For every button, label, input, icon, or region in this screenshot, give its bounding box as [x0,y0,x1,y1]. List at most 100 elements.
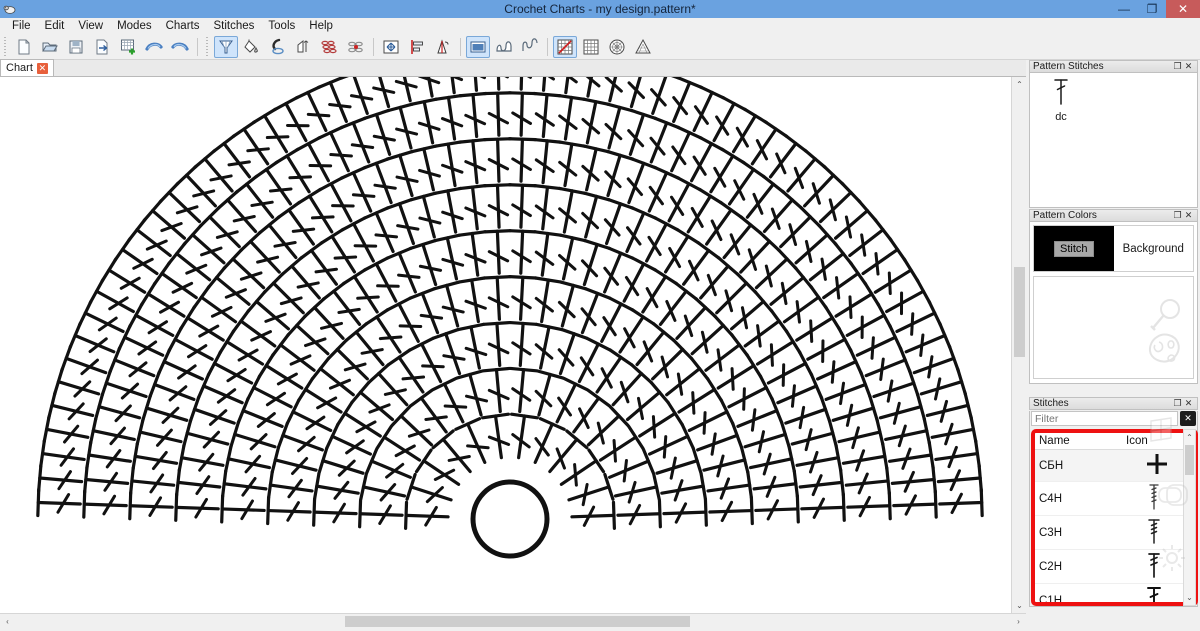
stitch-symbol[interactable] [457,230,487,277]
float-icon[interactable]: ❐ [1172,398,1183,409]
restore-button[interactable]: ❐ [1138,0,1166,18]
minimize-button[interactable]: — [1110,0,1138,18]
stitch-symbol[interactable] [100,257,147,294]
toolbar-grip[interactable] [2,36,9,57]
stitch-symbol[interactable] [508,229,538,275]
background-color-tab[interactable]: Background [1113,226,1193,271]
stitch-symbol[interactable] [271,332,316,372]
menu-stitches[interactable]: Stitches [206,18,261,34]
stitch-symbol[interactable] [752,469,800,499]
stitch-symbol[interactable] [808,241,853,282]
stitch-symbol[interactable] [108,346,156,378]
filter-clear-icon[interactable]: ✕ [1180,411,1196,426]
stitch-symbol[interactable] [750,120,789,166]
stitch-symbol[interactable] [319,227,358,274]
stitch-symbol[interactable] [581,144,611,192]
stitch-symbol[interactable] [581,191,611,239]
stitch-symbol[interactable] [613,472,661,504]
stitch-symbol[interactable] [779,206,822,249]
stitch-symbol[interactable] [687,398,735,435]
stitch-symbol[interactable] [878,392,926,425]
save-document-button[interactable] [64,36,88,58]
stitch-symbol[interactable] [83,464,130,495]
stitch-symbol[interactable] [884,416,932,448]
stitch-symbol[interactable] [296,376,343,414]
stitch-symbol[interactable] [769,265,814,306]
stitch-symbol[interactable] [274,147,312,194]
undo-button[interactable] [142,36,166,58]
stitch-symbol[interactable] [386,348,426,394]
stitch-symbol[interactable] [326,338,369,381]
stitch-symbol[interactable] [312,471,360,501]
mirror-button[interactable] [431,36,455,58]
stitch-symbol[interactable] [739,230,781,274]
stitch-symbol[interactable] [317,125,353,173]
stitch-symbol[interactable] [482,275,512,321]
stitch-symbol[interactable] [618,308,656,354]
table-row[interactable]: С2Н [1035,549,1194,584]
stitch-symbol[interactable] [845,302,892,340]
stitch-symbol[interactable] [482,137,513,183]
stitch-symbol[interactable] [196,372,244,405]
stitch-symbol[interactable] [88,416,136,446]
stitch-symbol[interactable] [786,148,827,193]
stitch-symbol[interactable] [432,280,465,328]
stitch-symbol[interactable] [604,102,635,150]
stitch-symbol[interactable] [533,276,563,324]
stitch-symbol[interactable] [755,329,802,367]
round-guidelines-button[interactable] [605,36,629,58]
stitch-filter-input[interactable] [1031,411,1178,426]
stitch-symbol[interactable] [604,149,635,198]
stitch-symbol[interactable] [768,134,808,179]
stitch-symbol[interactable] [317,446,365,477]
chart-canvas[interactable] [0,77,1026,613]
stitch-symbol[interactable] [141,394,189,424]
stitch-symbol[interactable] [841,441,889,472]
stitch-symbol[interactable] [803,164,845,208]
stitch-symbol[interactable] [458,91,488,139]
stitch-symbol[interactable] [340,216,378,263]
wave-up-chart-button[interactable] [492,36,516,58]
stitch-symbol[interactable] [570,500,616,530]
stitch-symbol[interactable] [682,241,721,286]
stitch-symbol[interactable] [318,176,355,223]
stitch-symbol[interactable] [218,329,265,366]
stitch-symbol[interactable] [822,261,868,300]
stitch-symbol[interactable] [85,440,132,470]
stitch-symbol[interactable] [581,97,611,145]
stitch-symbol[interactable] [731,107,769,154]
stitch-symbol[interactable] [716,353,763,391]
align-center-button[interactable] [379,36,403,58]
stitch-symbol[interactable] [339,77,374,115]
stitch-symbol[interactable] [925,391,973,423]
stitch-symbol[interactable] [638,400,684,439]
float-icon[interactable]: ❐ [1172,61,1183,72]
stitch-symbol[interactable] [507,91,537,137]
table-row[interactable]: С3Н [1035,515,1194,550]
stitch-symbol[interactable] [604,77,632,103]
stitch-symbol[interactable] [548,429,589,474]
stitch-symbol[interactable] [414,448,461,486]
stitch-symbol[interactable] [294,85,331,133]
stitch-symbol[interactable] [310,356,355,397]
stitch-symbol[interactable] [729,290,774,331]
stitch-symbol[interactable] [434,93,464,141]
stitch-symbol[interactable] [743,309,789,348]
stitch-symbol[interactable] [42,414,90,444]
stitch-symbol[interactable] [616,499,662,529]
stitch-symbol[interactable] [131,441,179,471]
stitch-symbol[interactable] [246,290,291,331]
stitch-symbol[interactable] [532,184,562,231]
stitch-symbol[interactable] [251,107,290,154]
export-document-button[interactable] [90,36,114,58]
stitch-symbol[interactable] [135,417,183,447]
stitch-symbol[interactable] [344,322,385,367]
stitch-color-tab[interactable]: Stitch [1034,226,1114,271]
stitch-symbol[interactable] [364,308,403,354]
table-row[interactable]: С4Н [1035,481,1194,516]
stitch-symbol[interactable] [727,374,774,411]
stitch-symbol[interactable] [409,97,441,145]
stitch-symbol[interactable] [192,285,238,324]
stitch-symbol[interactable] [139,281,186,318]
scroll-down-button[interactable]: ⌄ [1012,598,1027,613]
